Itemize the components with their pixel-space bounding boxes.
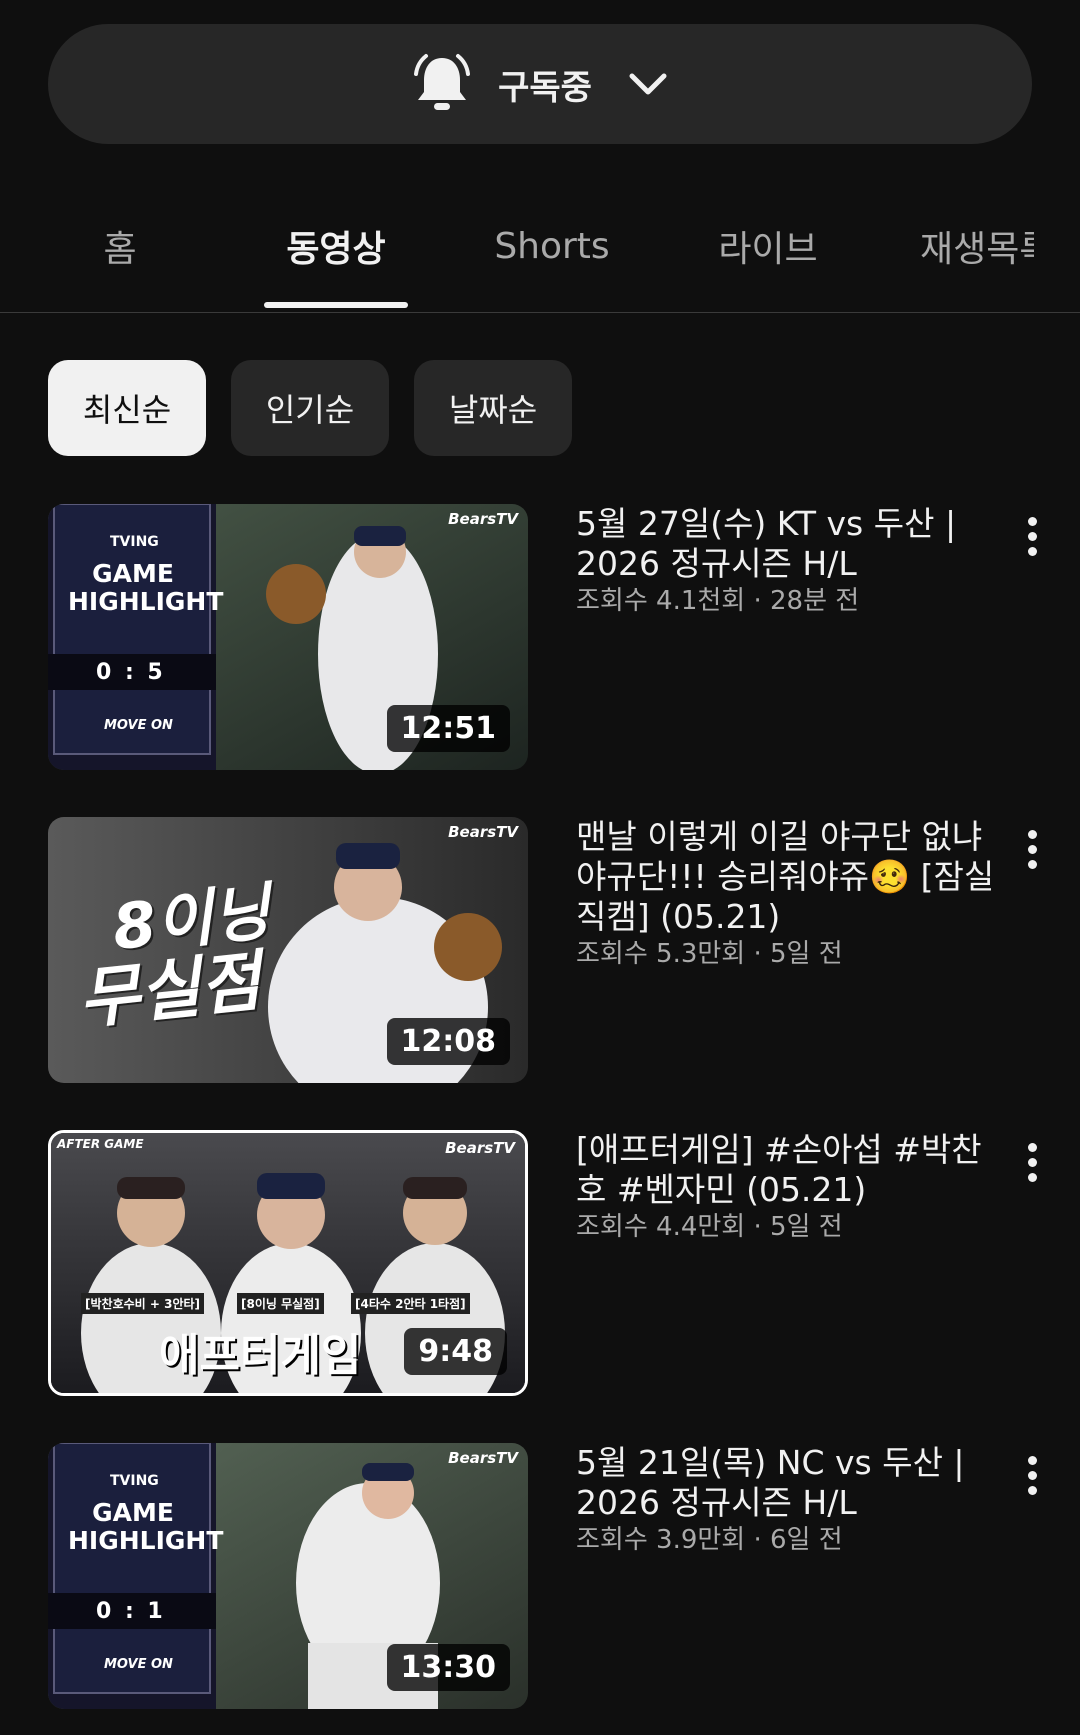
thumb-brand: BearsTV	[448, 510, 518, 528]
bell-icon	[406, 48, 478, 120]
video-duration: 12:51	[386, 705, 510, 752]
more-options-icon[interactable]	[1014, 1451, 1050, 1499]
video-meta: 조회수 3.9만회 · 6일 전	[576, 1525, 843, 1555]
video-meta: 조회수 5.3만회 · 5일 전	[576, 939, 843, 969]
thumb-score: 0 : 5	[96, 660, 166, 685]
thumb-caption-1: [박찬호수비 + 3안타]	[81, 1293, 205, 1314]
chip-popular[interactable]: 인기순	[231, 360, 389, 456]
video-title-block[interactable]: [애프터게임] #손아섭 #박찬호 #벤자민 (05.21) 조회수 4.4만회…	[576, 1130, 996, 1244]
video-thumbnail[interactable]: TVING GAME HIGHLIGHT 0 : 5 MOVE ON Bears…	[48, 504, 528, 770]
video-title[interactable]: 맨날 이렇게 이길 야구단 없냐 야규단!!! 승리줘야쥬🥴 [잠실직캠] (0…	[576, 817, 996, 937]
thumb-panel-title: GAME HIGHLIGHT	[68, 559, 224, 616]
video-item[interactable]: TVING GAME HIGHLIGHT 0 : 1 MOVE ON Bears…	[0, 1443, 1080, 1709]
video-title[interactable]: 5월 21일(목) NC vs 두산 | 2026 정규시즌 H/L	[576, 1443, 996, 1523]
video-meta: 조회수 4.1천회 · 28분 전	[576, 586, 860, 616]
video-item[interactable]: TVING GAME HIGHLIGHT 0 : 5 MOVE ON Bears…	[0, 504, 1080, 770]
video-title-block[interactable]: 5월 21일(목) NC vs 두산 | 2026 정규시즌 H/L 조회수 3…	[576, 1443, 996, 1557]
subscribed-label: 구독중	[498, 67, 592, 108]
more-options-icon[interactable]	[1014, 1138, 1050, 1186]
tab-playlists[interactable]: 재생목록	[920, 180, 1034, 312]
thumb-brand: BearsTV	[448, 823, 518, 841]
thumb-big-text: 애프터게임	[159, 1330, 362, 1381]
video-duration: 9:48	[404, 1328, 507, 1375]
video-thumbnail[interactable]: AFTER GAME [박찬호수비 + 3안타] [8이닝 무실점] [4타수 …	[48, 1130, 528, 1396]
tab-home[interactable]: 홈	[60, 180, 180, 312]
video-item[interactable]: AFTER GAME [박찬호수비 + 3안타] [8이닝 무실점] [4타수 …	[0, 1130, 1080, 1396]
thumb-panel-top: TVING	[110, 534, 159, 550]
active-tab-indicator	[264, 302, 408, 308]
thumb-slogan: MOVE ON	[104, 1657, 173, 1672]
chip-latest[interactable]: 최신순	[48, 360, 206, 456]
video-title[interactable]: 5월 27일(수) KT vs 두산 | 2026 정규시즌 H/L	[576, 504, 996, 584]
thumb-brand: BearsTV	[448, 1449, 518, 1467]
thumb-panel-title: GAME HIGHLIGHT	[68, 1498, 224, 1555]
chevron-down-icon	[622, 58, 674, 110]
thumb-brand: BearsTV	[445, 1139, 515, 1157]
thumb-caption-3: [4타수 2안타 1타점]	[351, 1293, 470, 1314]
thumb-corner-logo: AFTER GAME	[57, 1137, 144, 1151]
video-thumbnail[interactable]: TVING GAME HIGHLIGHT 0 : 1 MOVE ON Bears…	[48, 1443, 528, 1709]
subscribed-button[interactable]: 구독중	[48, 24, 1032, 144]
thumb-panel-top: TVING	[110, 1473, 159, 1489]
thumb-caption-2: [8이닝 무실점]	[237, 1293, 324, 1314]
more-options-icon[interactable]	[1014, 512, 1050, 560]
chip-oldest[interactable]: 날짜순	[414, 360, 572, 456]
video-thumbnail[interactable]: 8이닝 무실점 BearsTV 12:08	[48, 817, 528, 1083]
thumb-score: 0 : 1	[96, 1599, 166, 1624]
video-duration: 12:08	[386, 1018, 510, 1065]
video-title[interactable]: [애프터게임] #손아섭 #박찬호 #벤자민 (05.21)	[576, 1130, 996, 1210]
thumb-big-text-2: 무실점	[75, 942, 265, 1039]
video-title-block[interactable]: 5월 27일(수) KT vs 두산 | 2026 정규시즌 H/L 조회수 4…	[576, 504, 996, 618]
video-meta: 조회수 4.4만회 · 5일 전	[576, 1212, 843, 1242]
tab-videos[interactable]: 동영상	[236, 180, 436, 312]
tab-live[interactable]: 라이브	[668, 180, 868, 312]
video-item[interactable]: 8이닝 무실점 BearsTV 12:08 맨날 이렇게 이길 야구단 없냐 야…	[0, 817, 1080, 1083]
video-title-block[interactable]: 맨날 이렇게 이길 야구단 없냐 야규단!!! 승리줘야쥬🥴 [잠실직캠] (0…	[576, 817, 996, 971]
video-duration: 13:30	[386, 1644, 510, 1691]
tab-shorts[interactable]: Shorts	[452, 180, 652, 312]
thumb-slogan: MOVE ON	[104, 718, 173, 733]
channel-tabs: 홈 동영상 Shorts 라이브 재생목록	[0, 180, 1080, 313]
more-options-icon[interactable]	[1014, 825, 1050, 873]
